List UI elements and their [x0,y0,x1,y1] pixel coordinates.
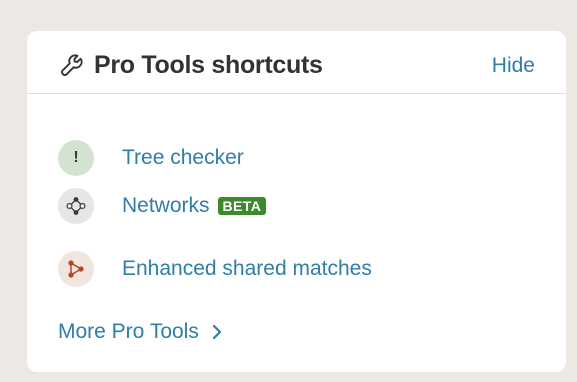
chevron-right-icon [212,324,221,340]
tool-networks[interactable]: Networks BETA [58,188,267,224]
tool-networks-label: Networks [122,194,210,217]
exclamation-icon: ! [58,140,94,176]
exclamation-glyph: ! [73,149,79,166]
more-pro-tools-link[interactable]: More Pro Tools [58,319,223,345]
hide-button[interactable]: Hide [492,53,535,79]
wrench-icon [60,54,83,77]
card-header: Pro Tools shortcuts Hide [27,31,566,94]
beta-badge: BETA [217,197,267,215]
network-nodes-icon [58,188,94,224]
tool-enhanced-shared-matches[interactable]: Enhanced shared matches [58,251,372,287]
pro-tools-card: Pro Tools shortcuts Hide ! Tree checker … [27,31,566,372]
card-title: Pro Tools shortcuts [60,51,323,79]
tool-tree-checker[interactable]: ! Tree checker [58,140,244,176]
more-pro-tools-label: More Pro Tools [58,320,199,343]
shared-matches-graphic [68,260,84,278]
page-title: Pro Tools shortcuts [94,51,323,79]
tool-tree-checker-label: Tree checker [122,146,244,169]
network-nodes-graphic [66,197,86,215]
tool-enhanced-shared-matches-label: Enhanced shared matches [122,257,372,280]
shared-matches-icon [58,251,94,287]
